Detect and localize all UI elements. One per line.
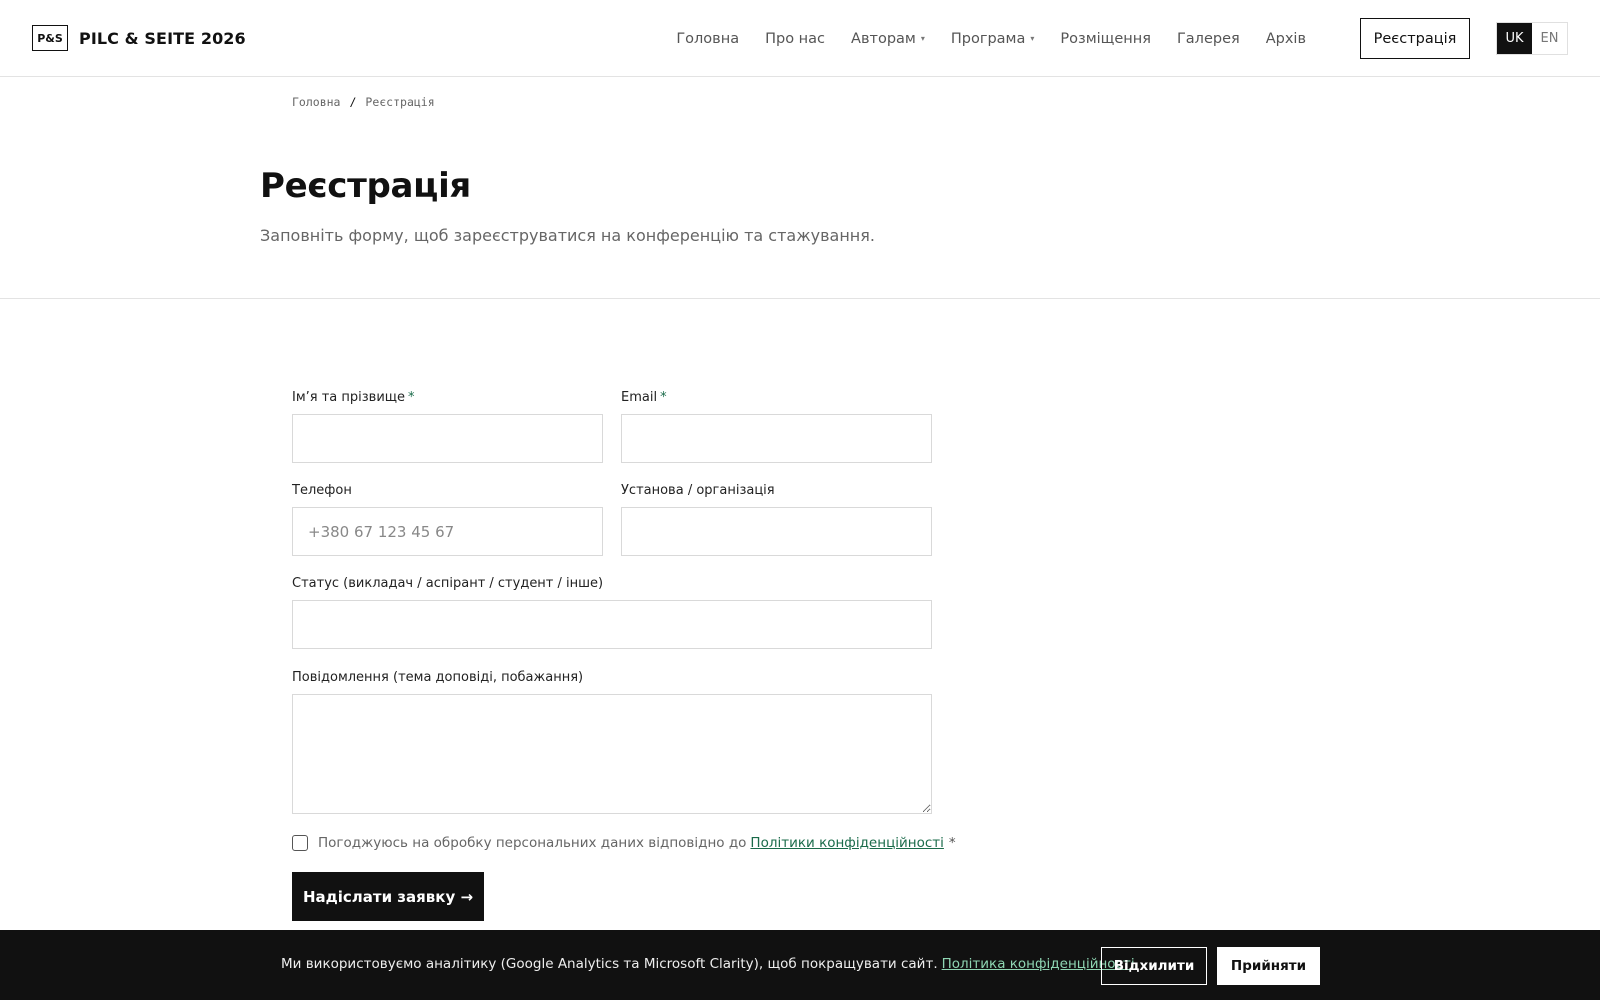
nav-item-authors[interactable]: Авторам ▾	[851, 31, 925, 47]
required-mark: *	[948, 835, 956, 851]
site-header: P&S PILC & SEITE 2026 Головна Про нас Ав…	[0, 0, 1600, 77]
breadcrumb-separator: /	[349, 95, 357, 109]
lang-en-button[interactable]: EN	[1532, 23, 1567, 54]
lang-uk-button[interactable]: UK	[1497, 23, 1532, 54]
nav-item-program[interactable]: Програма ▾	[951, 31, 1035, 47]
nav-label: Про нас	[765, 30, 826, 47]
submit-button[interactable]: Надіслати заявку →	[292, 872, 484, 921]
language-switcher: UK EN	[1496, 22, 1568, 55]
nav-label: Програма	[950, 30, 1026, 47]
name-input[interactable]	[292, 414, 603, 463]
cookie-message: Ми використовуємо аналітику (Google Anal…	[281, 956, 1135, 972]
phone-label: Телефон	[292, 483, 352, 498]
cookie-text: Ми використовуємо аналітику (Google Anal…	[281, 956, 938, 972]
main-nav: Головна Про нас Авторам ▾ Програма ▾ Розмі…	[650, 0, 1306, 77]
logo-text: PILC & SEITE 2026	[79, 28, 246, 48]
message-label: Повідомлення (тема доповіді, побажання)	[292, 670, 584, 685]
chevron-down-icon: ▾	[920, 34, 925, 43]
consent-text: Погоджуюсь на обробку персональних даних…	[318, 835, 747, 851]
cookie-decline-button[interactable]: Відхилити	[1101, 947, 1207, 985]
organization-label: Установа / організація	[621, 483, 775, 498]
nav-item-about[interactable]: Про нас	[765, 31, 825, 47]
nav-label: Головна	[676, 30, 740, 47]
chevron-down-icon: ▾	[1030, 34, 1035, 43]
nav-label: Розміщення	[1060, 30, 1151, 47]
consent-row: Погоджуюсь на обробку персональних даних…	[292, 835, 956, 851]
phone-input[interactable]	[292, 507, 603, 556]
section-divider	[0, 298, 1600, 299]
required-mark: *	[660, 390, 667, 405]
name-label-text: Ім’я та прізвище	[292, 390, 406, 405]
nav-label: Авторам	[851, 30, 916, 47]
status-input[interactable]	[292, 600, 932, 649]
nav-item-accommodation[interactable]: Розміщення	[1060, 31, 1151, 47]
name-label: Ім’я та прізвище *	[292, 390, 415, 405]
status-label: Статус (викладач / аспірант / студент / …	[292, 576, 604, 591]
message-textarea[interactable]	[292, 694, 932, 814]
page-subtitle: Заповніть форму, щоб зареєструватися на …	[260, 226, 875, 245]
nav-label: Архів	[1265, 30, 1306, 47]
email-label-text: Email	[621, 390, 658, 405]
breadcrumb-home[interactable]: Головна	[292, 95, 340, 109]
consent-checkbox[interactable]	[292, 835, 308, 851]
breadcrumb: Головна / Реєстрація	[292, 95, 435, 109]
organization-input[interactable]	[621, 507, 932, 556]
logo-mark: P&S	[32, 25, 68, 51]
email-label: Email *	[621, 390, 667, 405]
privacy-policy-link[interactable]: Політики конфіденційності	[750, 835, 943, 851]
email-input[interactable]	[621, 414, 932, 463]
breadcrumb-current: Реєстрація	[365, 95, 435, 109]
nav-item-home[interactable]: Головна	[676, 31, 739, 47]
register-button[interactable]: Реєстрація	[1360, 18, 1470, 59]
nav-label: Галерея	[1176, 30, 1240, 47]
required-mark: *	[408, 390, 415, 405]
cookie-accept-button[interactable]: Прийняти	[1217, 947, 1320, 985]
page-title: Реєстрація	[260, 166, 471, 206]
site-logo[interactable]: P&S PILC & SEITE 2026	[32, 25, 246, 51]
cookie-banner: Ми використовуємо аналітику (Google Anal…	[0, 930, 1600, 1000]
nav-item-gallery[interactable]: Галерея	[1177, 31, 1240, 47]
nav-item-archive[interactable]: Архів	[1266, 31, 1306, 47]
